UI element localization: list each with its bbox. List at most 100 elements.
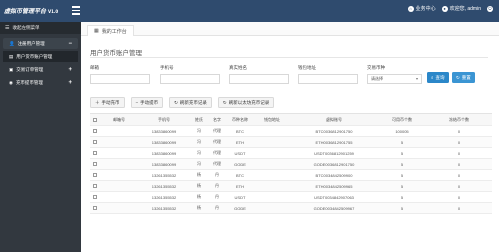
table-cell: ETH0036812901755 — [315, 139, 353, 145]
column-header[interactable]: 冻结币个数 — [426, 117, 492, 123]
select-all-cell — [90, 117, 100, 122]
row-checkbox[interactable] — [93, 140, 97, 145]
row-checkbox[interactable] — [93, 129, 97, 134]
table-cell: 13833860099 — [151, 161, 177, 167]
row-checkbox[interactable] — [93, 184, 97, 189]
table-cell: 杨 — [197, 194, 201, 199]
table-row[interactable]: 13833860099 冯 代理 BTC BTC0036812901750 100005 0 — [90, 126, 492, 137]
currency-select[interactable]: 请选择 ▾ — [367, 74, 422, 84]
sidebar-item-label: 交易订单管理 — [16, 66, 44, 72]
table-cell: 0 — [457, 183, 461, 189]
row-checkbox[interactable] — [93, 195, 97, 200]
refresh-deposit-button[interactable]: ↻ 刷新充币记录 — [169, 97, 212, 108]
table-cell: 0 — [457, 161, 461, 167]
phone-input[interactable] — [160, 74, 220, 84]
real-name-label: 真实姓名 — [229, 65, 247, 70]
expand-icon[interactable]: + — [68, 67, 72, 73]
search-button[interactable]: ⌕ 查询 — [427, 72, 449, 83]
collapse-menu-label: 收起左侧菜单 — [12, 25, 40, 30]
manual-withdraw-button[interactable]: − 手动提币 — [130, 97, 164, 108]
refresh-deposit-label: 刷新充币记录 — [179, 99, 207, 105]
tab-my-workbench[interactable]: ▦ 我的工作台 — [87, 25, 134, 36]
row-select-cell — [90, 129, 100, 134]
table-cell: 0 — [457, 128, 461, 134]
table-cell: 13261355532 — [151, 205, 177, 211]
table-cell: 冯 — [197, 128, 201, 133]
table-cell: 杨 — [197, 172, 201, 177]
row-select-cell — [90, 151, 100, 156]
real-name-input[interactable] — [229, 74, 289, 84]
table-cell: 丹 — [215, 205, 219, 210]
column-header[interactable]: 钱包地址 — [254, 117, 290, 123]
table-cell: USDT0034842907063 — [314, 194, 354, 200]
row-checkbox[interactable] — [93, 173, 97, 178]
tab-bar: ▦ 我的工作台 — [81, 22, 499, 36]
welcome-text: 欢迎您, admin — [449, 6, 481, 12]
expand-icon[interactable]: + — [68, 80, 72, 86]
select-all-checkbox[interactable] — [93, 117, 97, 122]
column-header[interactable]: 可用币个数 — [378, 117, 426, 123]
table-row[interactable]: 13833860099 冯 代理 GODE GODE0036812901750 5 0 — [90, 159, 492, 170]
row-checkbox[interactable] — [93, 162, 97, 167]
sidebar-item-currency-accounts[interactable]: ▤ 用户货币账户管理 — [3, 51, 78, 62]
top-header: 虚拟币管理平台 V1.0 ⌂ 业务中心 ● 欢迎您, admin ⏻ — [0, 0, 499, 22]
table-row[interactable]: 13261355532 杨 丹 BTC BTC0034842509900 5 0 — [90, 170, 492, 181]
email-input[interactable] — [90, 74, 150, 84]
column-header[interactable]: 币种名称 — [226, 117, 254, 123]
table-cell: 代理 — [213, 150, 221, 155]
manual-deposit-button[interactable]: ＋ 手动充币 — [90, 97, 125, 108]
table-row[interactable]: 13261355532 杨 丹 GODE GODE0034842509967 5 0 — [90, 203, 492, 214]
manual-withdraw-label: 手动提币 — [140, 99, 159, 105]
logout-button[interactable]: ⏻ — [487, 5, 493, 12]
table-cell: 5 — [400, 172, 404, 178]
table-cell: 代理 — [213, 161, 221, 166]
table-cell: 丹 — [215, 183, 219, 188]
table-cell: 13833860099 — [151, 139, 177, 145]
row-checkbox[interactable] — [93, 151, 97, 156]
table-row[interactable]: 13261355532 杨 丹 USDT USDT0034842907063 5 0 — [90, 192, 492, 203]
column-header[interactable]: 姓氏 — [190, 117, 208, 123]
business-center-link[interactable]: ⌂ 业务中心 — [407, 5, 436, 12]
reset-button-label: 重置 — [461, 74, 471, 80]
nav-group-users: 👤 注册用户管理 − ▤ 用户货币账户管理 ▣ 交易订单管理 + ◉ 充币提币管理 + — [0, 38, 81, 88]
column-header[interactable]: 名字 — [208, 117, 226, 123]
sidebar-item-orders[interactable]: ▣ 交易订单管理 + — [3, 64, 78, 75]
column-header[interactable]: 手机号 — [138, 117, 190, 123]
refresh-eth-deposit-label: 刷新以太坊充币记录 — [228, 99, 270, 105]
wallet-input[interactable] — [298, 74, 358, 84]
app-logo: 虚拟币管理平台 V1.0 — [4, 6, 58, 15]
collapse-menu-button[interactable]: ☰ 收起左侧菜单 — [0, 22, 81, 34]
refresh-eth-deposit-button[interactable]: ↻ 刷新以太坊充币记录 — [217, 97, 275, 108]
table-cell: 0 — [457, 205, 461, 211]
table-row[interactable]: 13833860099 冯 代理 USDT USDT0036812901259 5 0 — [90, 148, 492, 159]
table-cell: 代理 — [213, 139, 221, 144]
user-menu[interactable]: ● 欢迎您, admin — [441, 5, 481, 12]
table-cell: ETH — [236, 183, 244, 189]
table-row[interactable]: 13833860099 冯 代理 ETH ETH0036812901755 5 0 — [90, 137, 492, 148]
list-icon: ☰ — [5, 25, 10, 31]
column-header[interactable]: 虚拟账号 — [290, 117, 378, 123]
app-version: V1.0 — [48, 9, 59, 14]
table-cell: 丹 — [215, 194, 219, 199]
table-row[interactable]: 13261355532 杨 丹 ETH ETH0034842509965 5 0 — [90, 181, 492, 192]
table-cell: BTC — [236, 128, 244, 134]
power-icon: ⏻ — [487, 5, 493, 12]
action-toolbar: ＋ 手动充币 − 手动提币 ↻ 刷新充币记录 ↻ 刷新以太坊充币记录 — [90, 97, 275, 108]
reset-button[interactable]: ↻ 重置 — [452, 72, 475, 83]
collapse-icon[interactable]: − — [68, 41, 72, 47]
home-icon: ⌂ — [407, 5, 414, 12]
sidebar: ☰ 收起左侧菜单 👤 注册用户管理 − ▤ 用户货币账户管理 ▣ 交易订单管理 + … — [0, 22, 81, 252]
table-cell: 5 — [400, 139, 404, 145]
table-cell: 代理 — [213, 128, 221, 133]
table-cell: USDT — [234, 194, 246, 200]
column-header[interactable]: 邮箱号 — [100, 117, 138, 123]
row-select-cell — [90, 195, 100, 200]
table-cell: 5 — [400, 150, 404, 156]
row-checkbox[interactable] — [93, 206, 97, 211]
sidebar-item-deposit-withdraw[interactable]: ◉ 充币提币管理 + — [3, 77, 78, 88]
table-cell: 冯 — [197, 150, 201, 155]
table-cell: BTC0036812901750 — [315, 128, 353, 134]
menu-toggle-icon[interactable] — [72, 6, 80, 15]
row-select-cell — [90, 206, 100, 211]
sidebar-item-registered-users[interactable]: 👤 注册用户管理 − — [3, 38, 78, 49]
